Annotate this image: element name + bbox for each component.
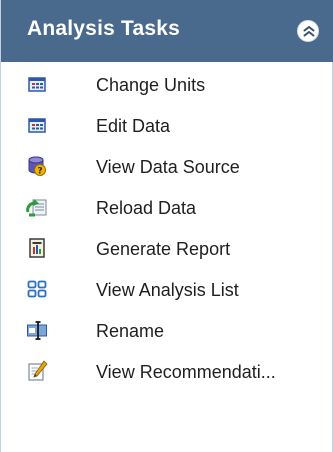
analysis-tasks-panel: Analysis Tasks Change Units Edit Data ? … — [0, 0, 333, 452]
analysis-list-icon — [25, 277, 49, 301]
panel-header[interactable]: Analysis Tasks — [1, 0, 333, 62]
task-reload-data[interactable]: Reload Data — [1, 187, 333, 228]
svg-text:?: ? — [37, 167, 42, 177]
data-source-icon: ? — [25, 154, 49, 178]
panel-title: Analysis Tasks — [27, 17, 180, 40]
task-list: Change Units Edit Data ? View Data Sourc… — [1, 62, 333, 392]
task-generate-report[interactable]: Generate Report — [1, 228, 333, 269]
double-chevron-up-icon — [303, 26, 315, 37]
task-rename[interactable]: Rename — [1, 310, 333, 351]
collapse-button[interactable] — [297, 20, 319, 42]
task-view-data-source[interactable]: ? View Data Source — [1, 146, 333, 187]
task-view-analysis-list[interactable]: View Analysis List — [1, 269, 333, 310]
task-label: Edit Data — [96, 116, 171, 136]
task-change-units[interactable]: Change Units — [1, 64, 333, 105]
task-label: Generate Report — [96, 239, 231, 259]
reload-icon — [25, 195, 49, 219]
report-icon — [25, 236, 49, 260]
task-label: View Recommendati... — [96, 362, 276, 382]
task-label: View Data Source — [96, 157, 240, 177]
task-label: Reload Data — [96, 198, 197, 218]
task-edit-data[interactable]: Edit Data — [1, 105, 333, 146]
recommendation-icon — [25, 359, 49, 383]
task-label: Rename — [96, 321, 165, 341]
rename-icon — [25, 318, 49, 342]
edit-data-icon — [25, 113, 49, 137]
task-label: Change Units — [96, 75, 206, 95]
task-label: View Analysis List — [96, 280, 239, 300]
task-view-recommendations[interactable]: View Recommendati... — [1, 351, 333, 392]
units-icon — [25, 72, 49, 96]
